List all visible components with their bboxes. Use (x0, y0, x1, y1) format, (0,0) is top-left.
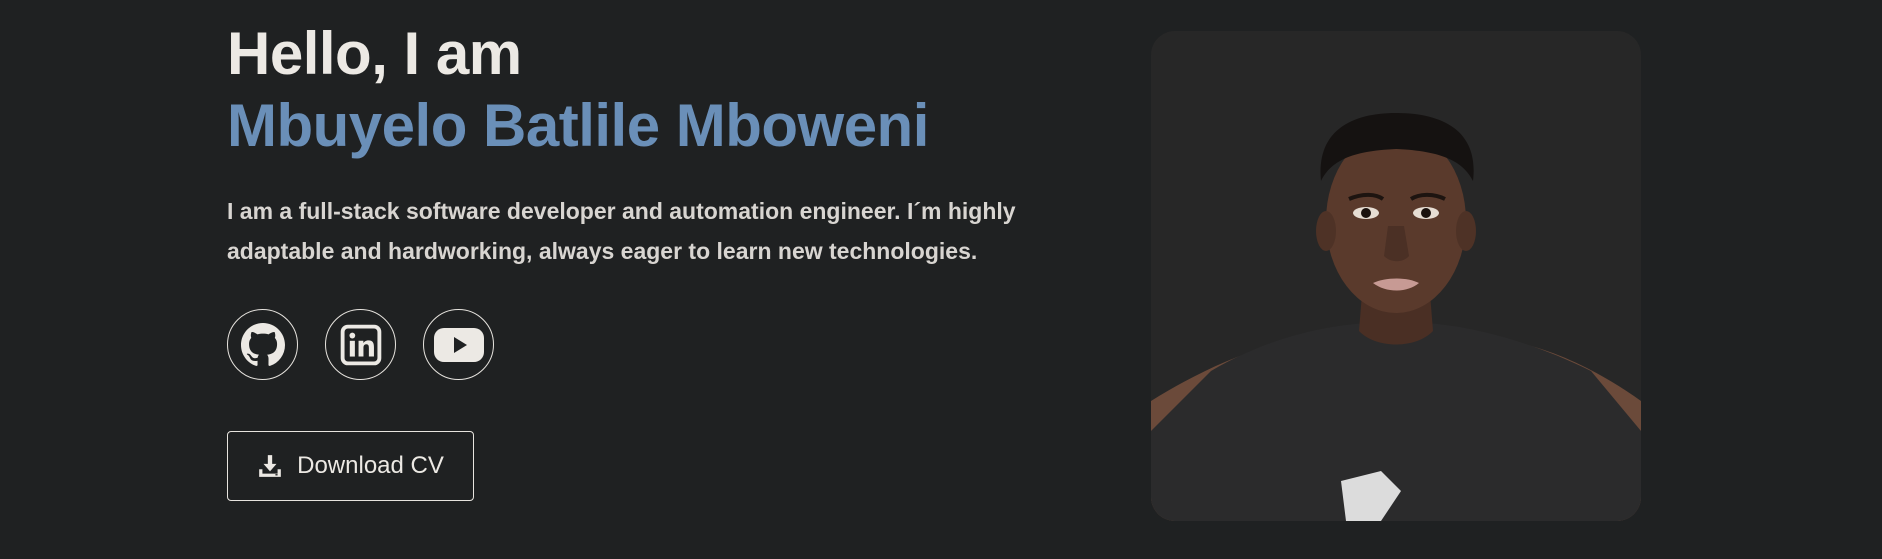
name-heading: Mbuyelo Batlile Mboweni (227, 92, 929, 159)
hero-section: Hello, I am Mbuyelo Batlile Mboweni I am… (0, 0, 1882, 559)
github-link[interactable] (227, 309, 298, 380)
download-cv-label: Download CV (297, 452, 444, 479)
youtube-icon (433, 327, 484, 362)
hero-intro: Hello, I am Mbuyelo Batlile Mboweni I am… (227, 18, 1047, 501)
github-icon (240, 322, 285, 366)
portrait-illustration (1151, 31, 1641, 521)
youtube-link[interactable] (423, 309, 494, 380)
greeting-heading: Hello, I am (227, 20, 522, 87)
bio-text: I am a full-stack software developer and… (227, 198, 1016, 264)
linkedin-icon (340, 324, 381, 365)
profile-photo (1151, 31, 1641, 521)
linkedin-link[interactable] (325, 309, 396, 380)
download-icon (259, 455, 281, 477)
download-cv-button[interactable]: Download CV (227, 431, 474, 501)
social-links (227, 309, 1047, 380)
